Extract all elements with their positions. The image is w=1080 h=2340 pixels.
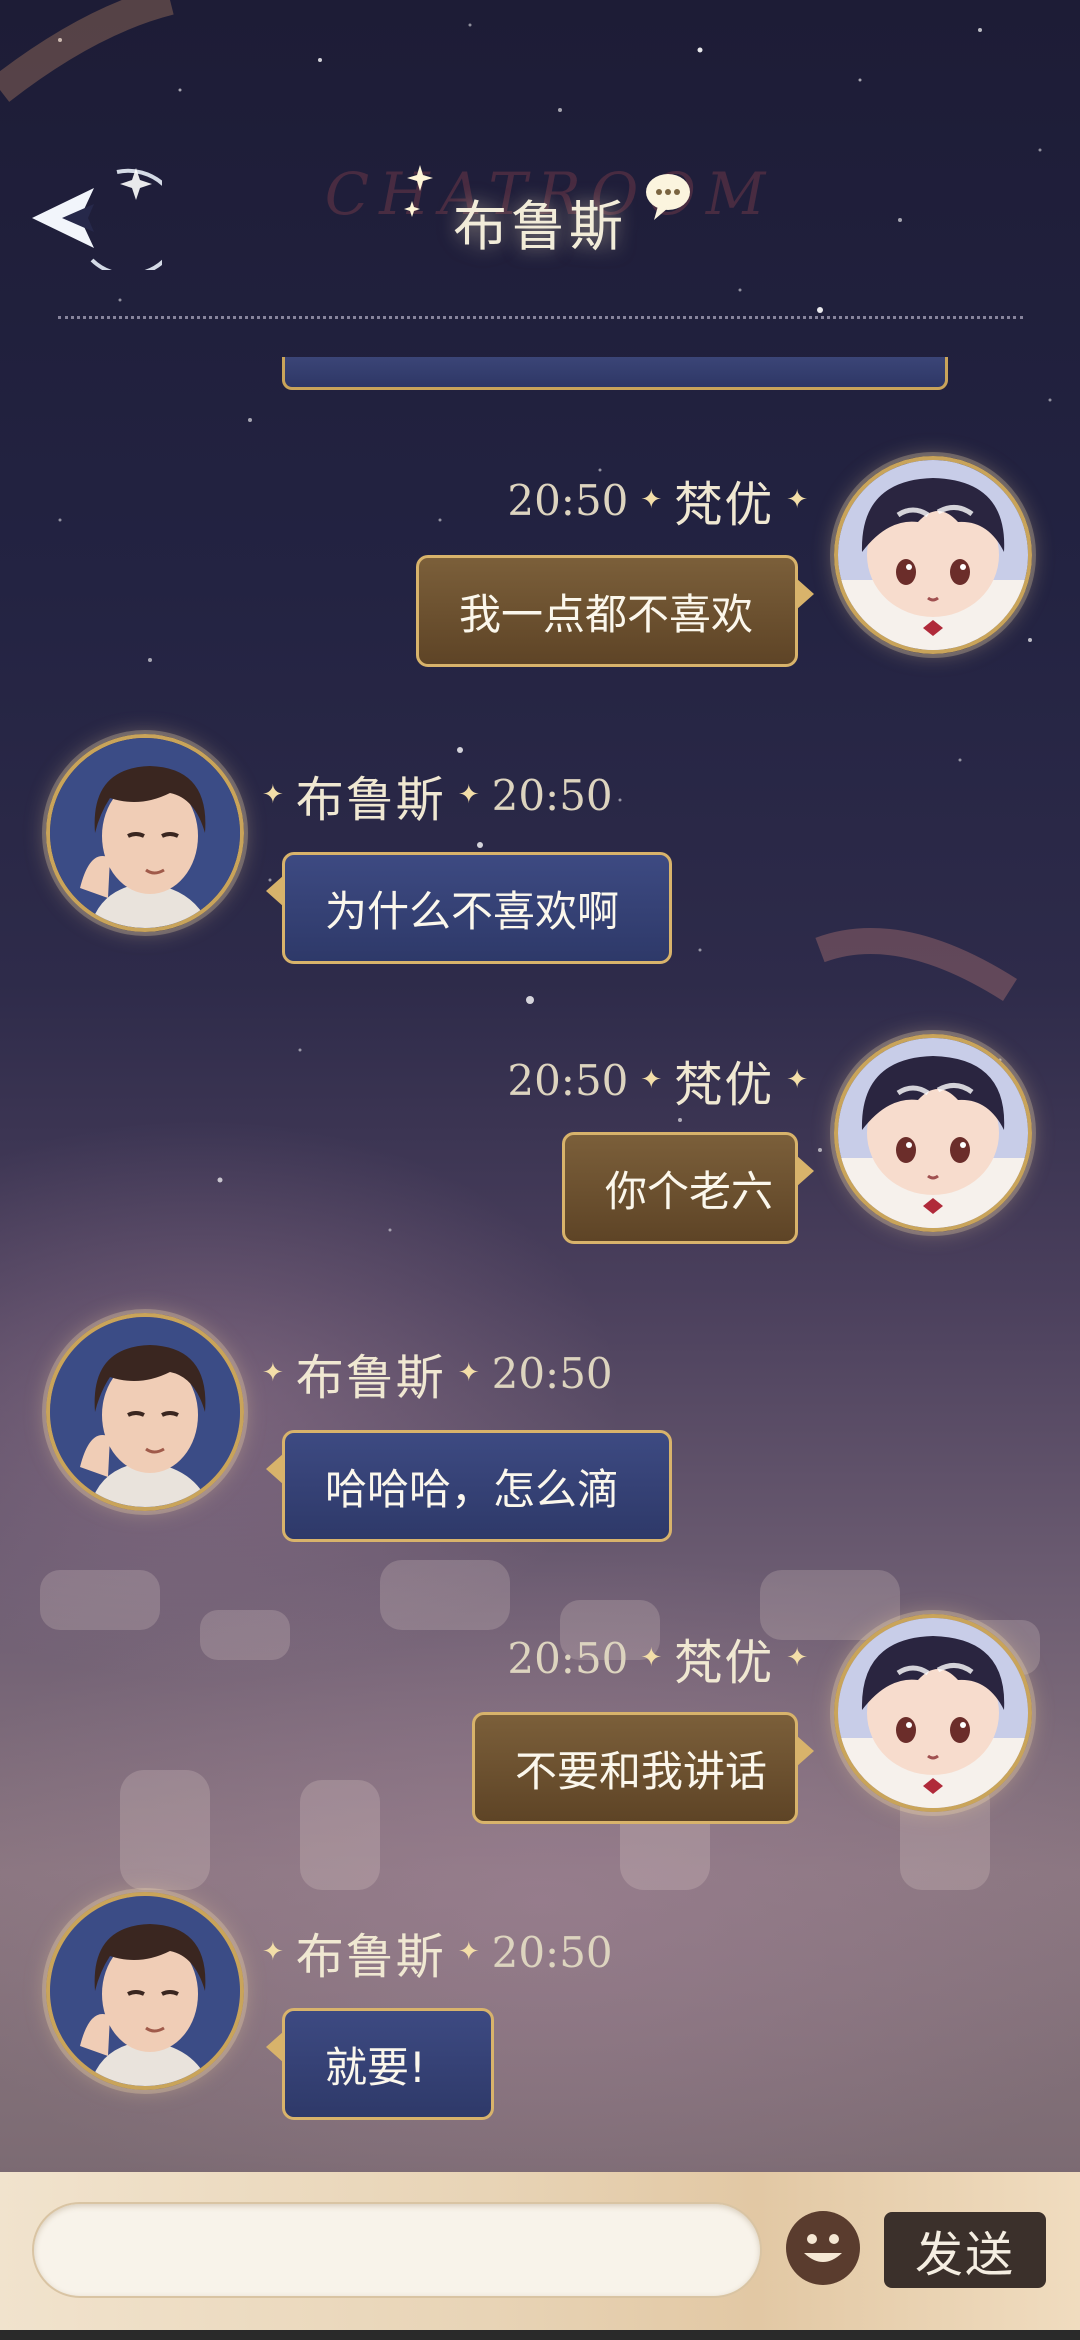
message-text: 我一点都不喜欢: [459, 589, 754, 639]
message-meta: 20:50 ✦ 梵优 ✦: [507, 1628, 808, 1692]
message-time: 20:50: [507, 1055, 629, 1105]
sender-name: 梵优: [674, 1635, 775, 1691]
sparkle-icon: ✦: [262, 1358, 284, 1388]
back-arrow-icon: [32, 168, 183, 277]
message-meta: 20:50 ✦ 梵优 ✦: [507, 1050, 808, 1114]
message-meta: ✦ 布鲁斯 ✦ 20:50: [262, 1343, 613, 1407]
message-time: 20:50: [491, 770, 613, 820]
send-button[interactable]: 发送: [884, 2212, 1046, 2288]
message-input[interactable]: [32, 2202, 762, 2298]
header-divider: [58, 316, 1023, 319]
chat-bubble-icon: [646, 174, 690, 220]
input-bar: 发送: [0, 2172, 1080, 2340]
sparkle-icon: ✦: [457, 780, 480, 810]
avatar-fanyou[interactable]: [834, 1614, 1032, 1812]
sparkle-icon: ✦: [262, 780, 284, 810]
chibi-avatar-image: [838, 460, 1028, 650]
chibi-avatar-image: [838, 1038, 1028, 1228]
emoji-icon[interactable]: [784, 2209, 862, 2287]
sparkle-icon: ✦: [640, 485, 663, 515]
sparkle-icon: ✦: [640, 1065, 663, 1095]
message-bubble[interactable]: 哈哈哈，怎么滴: [266, 1430, 672, 1542]
avatar-fanyou[interactable]: [834, 456, 1032, 654]
back-button[interactable]: [22, 160, 183, 277]
sparkle-icon: ✦: [457, 1937, 480, 1967]
sparkle-icon: ✦: [786, 1643, 808, 1673]
avatar-bruce[interactable]: [46, 734, 244, 932]
sender-name: 梵优: [674, 1057, 775, 1113]
character-avatar-image: [50, 1317, 240, 1507]
message-meta: ✦ 布鲁斯 ✦ 20:50: [262, 1922, 613, 1986]
sender-name: 布鲁斯: [295, 1350, 446, 1406]
sender-name: 布鲁斯: [295, 772, 446, 828]
sender-name: 梵优: [674, 477, 775, 533]
chat-screen: CHATROOM 布鲁斯 20:50 ✦ 梵优 ✦ 我一点都不喜欢 ✦ 布鲁斯 …: [0, 0, 1080, 2340]
message-time: 20:50: [491, 1927, 613, 1977]
message-bubble[interactable]: 你个老六: [562, 1132, 814, 1244]
avatar-bruce[interactable]: [46, 1313, 244, 1511]
previous-message-bubble: [282, 357, 948, 390]
message-text: 为什么不喜欢啊: [325, 886, 620, 936]
sparkle-icon: ✦: [786, 1065, 808, 1095]
message-bubble[interactable]: 就要!: [266, 2008, 494, 2120]
sparkle-icon: ✦: [457, 1358, 480, 1388]
message-time: 20:50: [507, 475, 629, 525]
message-text: 不要和我讲话: [515, 1746, 768, 1796]
message-bubble[interactable]: 不要和我讲话: [472, 1712, 814, 1824]
message-text: 就要!: [325, 2042, 426, 2092]
sender-name: 布鲁斯: [295, 1929, 446, 1985]
message-text: 你个老六: [605, 1166, 774, 1216]
bottom-strip: [0, 2330, 1080, 2340]
character-avatar-image: [50, 738, 240, 928]
message-meta: ✦ 布鲁斯 ✦ 20:50: [262, 765, 613, 829]
sparkle-icon: ✦: [786, 485, 808, 515]
chibi-avatar-image: [838, 1618, 1028, 1808]
message-time: 20:50: [507, 1633, 629, 1683]
sparkle-icon: ✦: [640, 1643, 663, 1673]
message-text: 哈哈哈，怎么滴: [325, 1464, 620, 1514]
message-bubble[interactable]: 为什么不喜欢啊: [266, 852, 672, 964]
sparkle-icon: ✦: [262, 1937, 284, 1967]
avatar-bruce[interactable]: [46, 1892, 244, 2090]
message-time: 20:50: [491, 1348, 613, 1398]
avatar-fanyou[interactable]: [834, 1034, 1032, 1232]
message-meta: 20:50 ✦ 梵优 ✦: [507, 470, 808, 534]
message-bubble[interactable]: 我一点都不喜欢: [416, 555, 814, 667]
character-avatar-image: [50, 1896, 240, 2086]
